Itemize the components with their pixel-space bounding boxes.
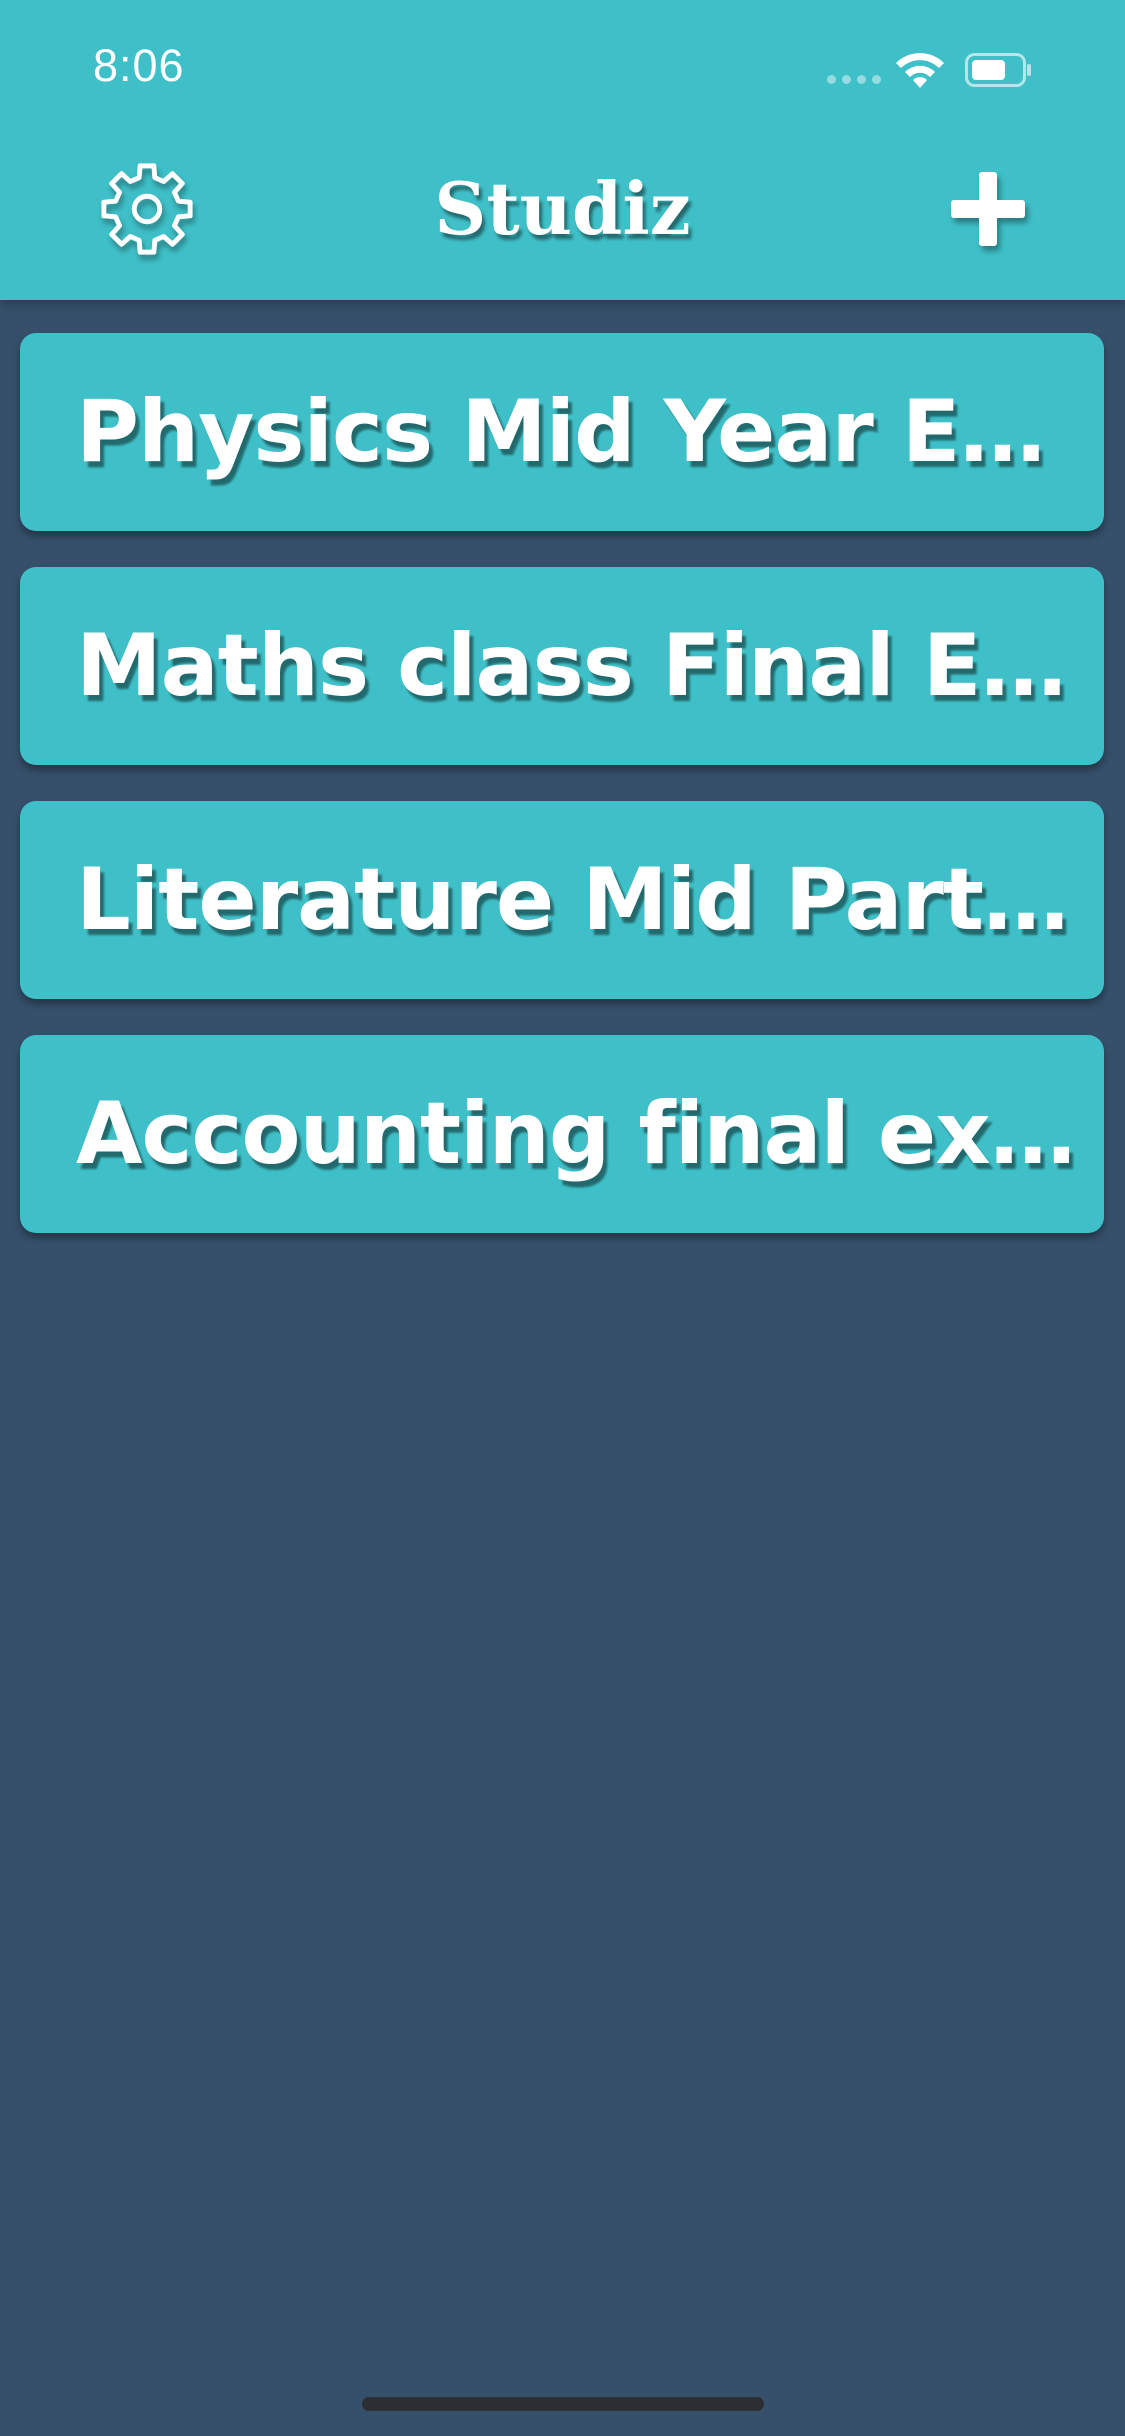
status-icons <box>827 50 1077 90</box>
home-indicator[interactable] <box>362 2397 764 2411</box>
wifi-icon <box>896 53 944 88</box>
app-header: 8:06 Studiz <box>0 0 1125 300</box>
exam-card-label: Literature Mid Part. 1 <box>76 850 1076 950</box>
status-time: 8:06 <box>93 40 185 91</box>
cellular-signal-icon <box>827 75 883 85</box>
exam-card-literature[interactable]: Literature Mid Part. 1 <box>20 801 1104 999</box>
exam-card-accounting[interactable]: Accounting final exam <box>20 1035 1104 1233</box>
gear-icon[interactable] <box>98 160 196 258</box>
exam-card-label: Maths class Final Ex... <box>76 616 1076 716</box>
exam-card-physics[interactable]: Physics Mid Year Exa... <box>20 333 1104 531</box>
exam-list: Physics Mid Year Exa... Maths class Fina… <box>20 333 1104 1269</box>
exam-card-maths[interactable]: Maths class Final Ex... <box>20 567 1104 765</box>
plus-icon[interactable] <box>947 168 1029 250</box>
exam-card-label: Accounting final exam <box>76 1084 1076 1184</box>
exam-card-label: Physics Mid Year Exa... <box>76 382 1076 482</box>
battery-icon <box>965 53 1031 87</box>
